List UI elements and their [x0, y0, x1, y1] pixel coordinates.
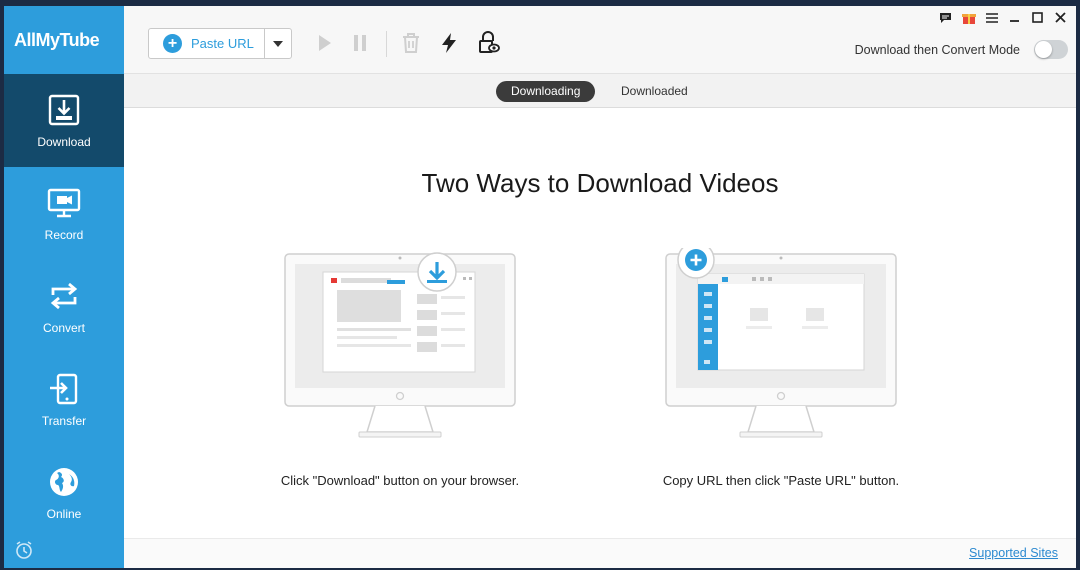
page-title: Two Ways to Download Videos	[421, 168, 779, 198]
window-controls	[938, 10, 1068, 25]
sidebar-item-label: Convert	[42, 320, 86, 335]
sidebar-item-online[interactable]: Online	[4, 446, 124, 539]
method1-caption: Click "Download" button on your browser.	[280, 473, 520, 488]
maximize-icon[interactable]	[1030, 10, 1045, 25]
sidebar: AllMyTube Download Record Convert Transf…	[4, 6, 124, 568]
convert-mode-label: Download then Convert Mode	[854, 42, 1020, 57]
main-content: Two Ways to Download Videos Click "Downl…	[124, 108, 1076, 538]
transfer-icon	[50, 373, 78, 404]
app-logo: AllMyTube	[14, 29, 100, 50]
toolbar: + Paste URL Download then Convert Mode	[124, 6, 1076, 74]
menu-icon[interactable]	[984, 10, 999, 25]
tab-downloaded[interactable]: Downloaded	[606, 81, 703, 102]
tab-downloading[interactable]: Downloading	[496, 81, 596, 102]
footer: Supported Sites	[124, 538, 1076, 568]
paste-url-button[interactable]: + Paste URL	[149, 29, 265, 58]
paste-url-illustration	[665, 248, 897, 438]
sidebar-item-label: Record	[44, 227, 84, 242]
alarm-clock-icon[interactable]	[14, 540, 34, 560]
toolbar-divider	[386, 31, 387, 57]
play-icon[interactable]	[312, 31, 336, 55]
convert-mode-control: Download then Convert Mode	[855, 40, 1068, 59]
trash-icon[interactable]	[399, 31, 423, 55]
lightning-icon[interactable]	[437, 31, 461, 55]
sidebar-item-download[interactable]: Download	[4, 74, 124, 167]
pause-icon[interactable]	[348, 31, 372, 55]
close-icon[interactable]	[1053, 10, 1068, 25]
globe-icon	[50, 467, 78, 496]
tab-bar: Downloading Downloaded	[124, 74, 1076, 108]
sidebar-item-transfer[interactable]: Transfer	[4, 353, 124, 446]
private-mode-icon[interactable]	[476, 31, 500, 55]
gift-icon[interactable]	[961, 10, 976, 25]
convert-icon	[50, 282, 78, 309]
monitor-record-icon	[47, 188, 81, 217]
sidebar-item-record[interactable]: Record	[4, 167, 124, 260]
browser-download-illustration	[284, 252, 516, 438]
download-icon	[48, 94, 80, 125]
feedback-icon[interactable]	[938, 10, 953, 25]
convert-mode-toggle[interactable]	[1034, 40, 1068, 59]
sidebar-item-convert[interactable]: Convert	[4, 260, 124, 353]
paste-url-label: Paste URL	[191, 36, 254, 51]
method2-caption: Copy URL then click "Paste URL" button.	[662, 473, 900, 488]
paste-url-button-group: + Paste URL	[148, 28, 292, 59]
minimize-icon[interactable]	[1007, 10, 1022, 25]
sidebar-item-label: Online	[46, 506, 82, 521]
supported-sites-link[interactable]: Supported Sites	[969, 546, 1058, 560]
app-window: AllMyTube Download Record Convert Transf…	[4, 6, 1076, 568]
paste-url-dropdown[interactable]	[265, 40, 291, 48]
sidebar-item-label: Download	[37, 134, 91, 149]
sidebar-item-label: Transfer	[41, 413, 87, 428]
plus-icon: +	[163, 34, 182, 53]
chevron-down-icon	[273, 40, 283, 47]
